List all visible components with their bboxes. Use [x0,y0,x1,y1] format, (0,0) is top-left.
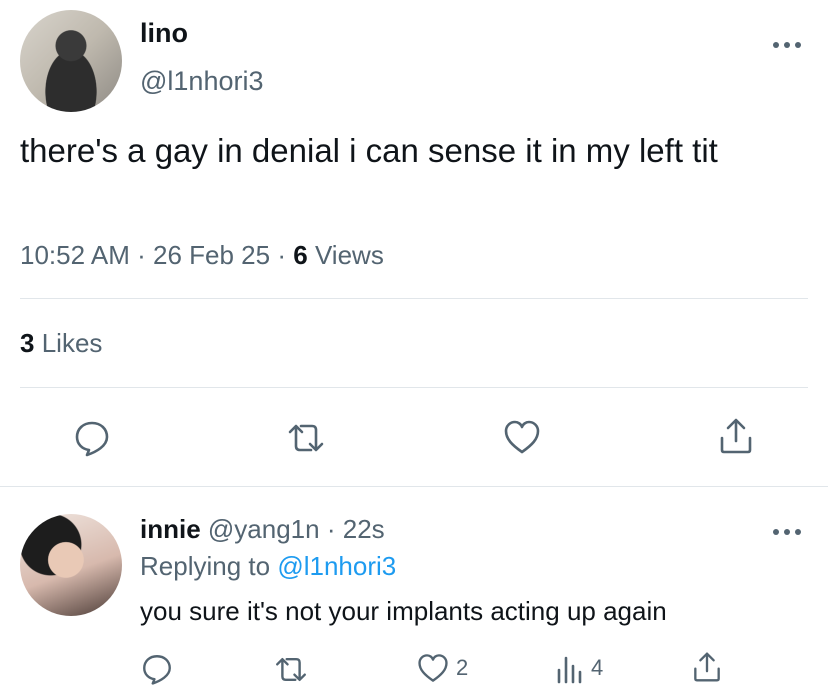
like-count: 2 [456,655,469,680]
tweet-meta: 10:52 AM · 26 Feb 25 · 6 Views [20,240,384,271]
reply-button[interactable] [72,418,112,458]
retweet-button[interactable] [284,420,328,456]
divider [20,387,808,388]
main-tweet: lino @l1nhori3 there's a gay in denial i… [0,0,828,486]
likes-label: Likes [41,328,103,358]
reply-button[interactable] [140,652,174,686]
like-button[interactable] [502,418,542,456]
views-count: 6 [293,240,308,270]
avatar[interactable] [20,10,122,112]
replying-to-link[interactable]: @l1nhori3 [277,551,396,581]
share-upload-icon [720,418,752,454]
reply-bubble-icon [75,421,109,457]
share-upload-icon [694,652,720,682]
divider [20,298,808,299]
meta-separator: · [137,240,146,270]
views-label: Views [314,240,384,270]
retweet-icon [276,657,306,682]
like-button[interactable]: 2 [416,652,468,684]
reply-header: innie @yang1n · 22s [140,514,385,545]
more-horizontal-icon[interactable] [773,40,803,50]
user-handle[interactable]: @yang1n [208,514,320,544]
reply-bubble-icon [143,655,171,685]
views-button[interactable]: 4 [555,652,603,684]
display-name[interactable]: innie [140,514,201,544]
tweet-date[interactable]: 26 Feb 25 [153,240,270,270]
retweet-icon [288,424,324,452]
reply-text: you sure it's not your implants acting u… [140,596,667,626]
share-button[interactable] [718,416,754,456]
retweet-button[interactable] [272,654,310,685]
heart-icon [504,420,540,454]
share-button[interactable] [692,650,722,684]
avatar[interactable] [20,514,122,616]
user-handle[interactable]: @l1nhori3 [140,66,263,97]
display-name[interactable]: lino [140,18,188,49]
heart-icon [418,654,448,682]
view-count: 4 [591,655,604,680]
likes-count: 3 [20,328,35,358]
meta-separator: · [326,514,336,544]
replying-prefix: Replying to [140,551,271,581]
likes-stat[interactable]: 3 Likes [20,328,102,359]
tweet-text: there's a gay in denial i can sense it i… [20,132,718,169]
tweet-time[interactable]: 10:52 AM [20,240,130,270]
replying-to: Replying to @l1nhori3 [140,551,396,582]
reply-time[interactable]: 22s [343,514,385,544]
views-bar-icon [557,656,582,684]
more-horizontal-icon[interactable] [773,527,803,537]
divider [0,486,828,487]
meta-separator: · [277,240,286,270]
